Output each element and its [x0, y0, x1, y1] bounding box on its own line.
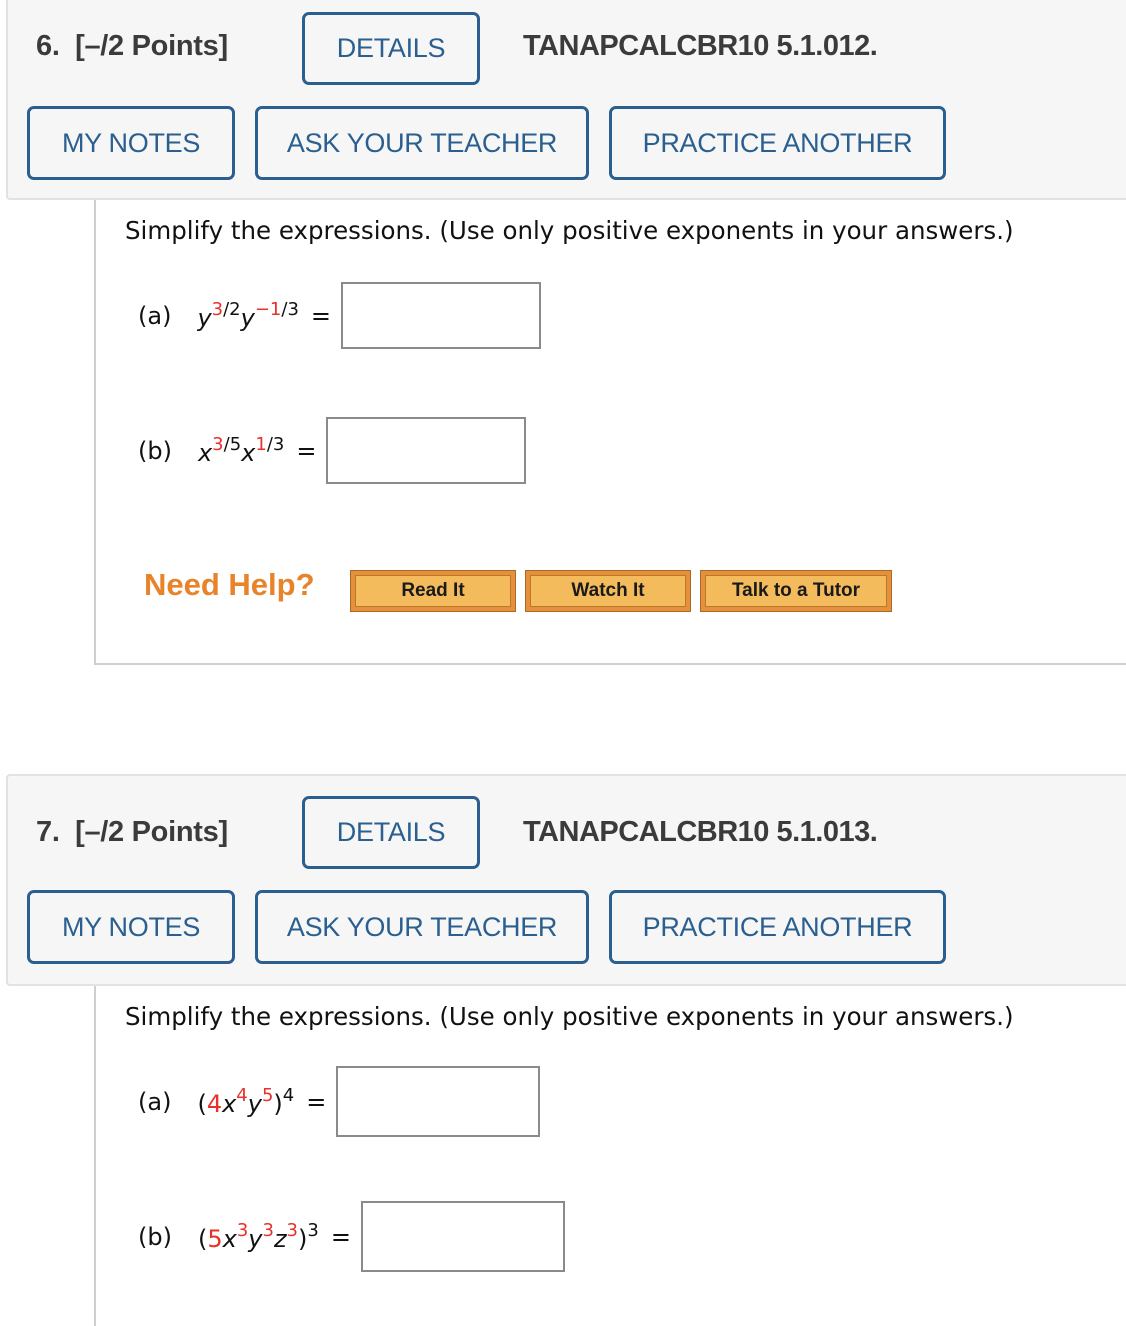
exponent: 5	[261, 1085, 274, 1106]
coefficient: 4	[206, 1090, 223, 1118]
exponent-numerator: 3	[212, 434, 224, 455]
question-number-label: 7.	[36, 816, 60, 848]
answer-input-b[interactable]	[360, 1201, 565, 1272]
exponent: 3	[262, 1220, 274, 1241]
talk-to-tutor-button[interactable]: Talk to a Tutor	[700, 570, 892, 612]
question-body: Simplify the expressions. (Use only posi…	[94, 986, 1126, 1326]
close-paren: )	[273, 1090, 283, 1118]
base: x	[241, 439, 256, 467]
my-notes-button[interactable]: MY NOTES	[27, 106, 235, 180]
outer-exponent: 3	[307, 1220, 319, 1241]
expression: y3/2y−1/3	[197, 299, 298, 332]
question-body: Simplify the expressions. (Use only posi…	[94, 200, 1126, 665]
variable: x	[222, 1090, 237, 1118]
ask-your-teacher-button[interactable]: ASK YOUR TEACHER	[255, 890, 589, 964]
details-button[interactable]: DETAILS	[302, 12, 480, 85]
variable: z	[273, 1225, 287, 1253]
part-b: (b) x3/5x1/3 =	[138, 417, 527, 484]
exponent-denominator: /3	[266, 434, 285, 455]
base: y	[240, 304, 255, 332]
equals-sign: =	[296, 436, 317, 465]
read-it-label: Read It	[355, 575, 511, 607]
watch-it-button[interactable]: Watch It	[525, 570, 691, 612]
my-notes-button[interactable]: MY NOTES	[27, 890, 235, 964]
variable: y	[248, 1225, 263, 1253]
expression: x3/5x1/3	[198, 434, 284, 467]
ask-your-teacher-button[interactable]: ASK YOUR TEACHER	[255, 106, 589, 180]
answer-input-a[interactable]	[341, 282, 542, 349]
watch-it-label: Watch It	[530, 575, 686, 607]
question-code: TANAPCALCBR10 5.1.013.	[523, 816, 878, 848]
exponent-denominator: /3	[281, 299, 299, 320]
expression: (5x3y3z3)3	[198, 1220, 319, 1253]
talk-to-tutor-label: Talk to a Tutor	[705, 575, 887, 607]
instructions: Simplify the expressions. (Use only posi…	[125, 216, 1014, 245]
part-b: (b) (5x3y3z3)3 =	[138, 1201, 565, 1272]
coefficient: 5	[207, 1225, 223, 1253]
base: y	[197, 304, 212, 332]
question-number: 6. [–/2 Points]	[36, 30, 228, 63]
variable: x	[222, 1225, 237, 1253]
answer-input-b[interactable]	[326, 417, 527, 484]
exponent: 3	[236, 1220, 249, 1241]
answer-input-a[interactable]	[336, 1066, 541, 1137]
exponent: 3	[286, 1220, 298, 1241]
exponent-numerator: 1	[255, 434, 267, 455]
exponent-numerator: 3	[211, 299, 224, 320]
equals-sign: =	[310, 301, 332, 330]
equals-sign: =	[306, 1087, 327, 1116]
outer-exponent: 4	[282, 1085, 295, 1106]
close-paren: )	[298, 1225, 308, 1253]
expression: (4x4y5)4	[197, 1085, 294, 1118]
details-button[interactable]: DETAILS	[302, 796, 480, 869]
open-paren: (	[197, 1090, 207, 1118]
base: x	[197, 439, 213, 467]
question-code: TANAPCALCBR10 5.1.012.	[523, 30, 878, 62]
part-label: (a)	[138, 1087, 172, 1116]
exponent: 4	[236, 1085, 248, 1106]
part-label: (b)	[138, 1222, 172, 1251]
points-label: [–/2 Points]	[75, 30, 228, 62]
practice-another-button[interactable]: PRACTICE ANOTHER	[609, 890, 946, 964]
question-number-label: 6.	[36, 30, 60, 62]
exponent-denominator: /2	[223, 299, 241, 320]
exponent-denominator: /5	[223, 434, 242, 455]
instructions: Simplify the expressions. (Use only posi…	[125, 1002, 1014, 1031]
open-paren: (	[197, 1225, 208, 1253]
part-label: (b)	[138, 436, 172, 465]
part-a: (a) y3/2y−1/3 =	[138, 282, 542, 349]
read-it-button[interactable]: Read It	[350, 570, 516, 612]
part-a: (a) (4x4y5)4 =	[138, 1066, 541, 1137]
variable: y	[247, 1090, 262, 1118]
part-label: (a)	[138, 301, 172, 330]
exponent-numerator: −1	[254, 299, 282, 320]
equals-sign: =	[330, 1222, 351, 1251]
practice-another-button[interactable]: PRACTICE ANOTHER	[609, 106, 946, 180]
points-label: [–/2 Points]	[75, 816, 228, 848]
question-number: 7. [–/2 Points]	[36, 816, 228, 849]
need-help-label: Need Help?	[144, 567, 315, 602]
